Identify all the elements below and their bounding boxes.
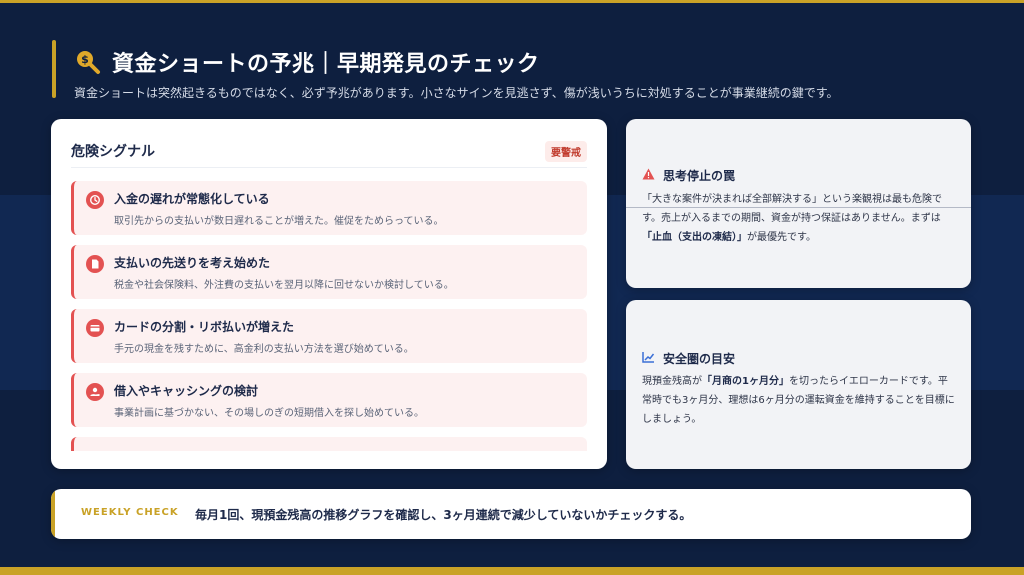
signal-description: 取引先からの支払いが数日遅れることが増えた。催促をためらっている。 — [114, 216, 444, 227]
document-icon — [86, 255, 104, 273]
trap-body-emphasis: 「止血（支出の凍結）」 — [642, 232, 747, 243]
signal-item: 借入やキャッシングの検討 事業計画に基づかない、その場しのぎの短期借入を探し始め… — [71, 373, 587, 427]
weekly-check-text: 毎月1回、現預金残高の推移グラフを確認し、3ヶ月連続で減少していないかチェックす… — [195, 508, 692, 522]
signal-description: 事業計画に基づかない、その場しのぎの短期借入を探し始めている。 — [114, 408, 424, 419]
page-title: 資金ショートの予兆｜早期発見のチェック — [112, 52, 540, 77]
svg-text:$: $ — [81, 53, 89, 66]
safe-body: 現預金残高が「月商の1ヶ月分」を切ったらイエローカードです。平常時でも3ヶ月分、… — [642, 372, 957, 429]
page-subtitle: 資金ショートは突然起きるものではなく、必ず予兆があります。小さなサインを見逃さず… — [74, 86, 839, 100]
header-accent-bar — [52, 40, 56, 98]
signal-item: 入金の遅れが常態化している 取引先からの支払いが数日遅れることが増えた。催促をた… — [71, 181, 587, 235]
signal-description: 手元の現金を残すために、高金利の支払い方法を選び始めている。 — [114, 344, 414, 355]
clock-history-icon — [86, 191, 104, 209]
weekly-accent-bar — [51, 489, 55, 539]
signal-title: 支払いの先送りを考え始めた — [114, 256, 271, 270]
hand-money-icon — [86, 383, 104, 401]
trap-body-text: 「大きな案件が決まれば全部解決する」という楽観視は最も危険です。売上が入るまでの… — [642, 194, 942, 224]
warning-badge: 要警戒 — [545, 141, 587, 162]
top-accent-line — [0, 0, 1024, 3]
thinking-trap-card: 思考停止の罠 「大きな案件が決まれば全部解決する」という楽観視は最も危険です。売… — [626, 119, 971, 288]
warning-triangle-icon — [642, 168, 655, 183]
signal-list[interactable]: 入金の遅れが常態化している 取引先からの支払いが数日遅れることが増えた。催促をた… — [71, 181, 587, 451]
page-header: $ 資金ショートの予兆｜早期発見のチェック 資金ショートは突然起きるものではなく… — [52, 40, 982, 102]
trap-title: 思考停止の罠 — [663, 169, 736, 183]
search-dollar-icon: $ — [74, 48, 102, 76]
weekly-check-banner: WEEKLY CHECK 毎月1回、現預金残高の推移グラフを確認し、3ヶ月連続で… — [51, 489, 971, 539]
signal-title: カードの分割・リボ払いが増えた — [114, 320, 295, 334]
danger-signals-card: 危険シグナル 要警戒 入金の遅れが常態化している 取引先からの支払いが数日遅れる… — [51, 119, 607, 469]
signal-description: 税金や社会保険料、外注費の支払いを翌月以降に回せないか検討している。 — [114, 280, 454, 291]
signal-item: カードの分割・リボ払いが増えた 手元の現金を残すために、高金利の支払い方法を選び… — [71, 309, 587, 363]
credit-card-icon — [86, 319, 104, 337]
signal-item-partial — [71, 437, 587, 451]
signals-title: 危険シグナル — [71, 144, 155, 160]
safe-zone-card: 安全圏の目安 現預金残高が「月商の1ヶ月分」を切ったらイエローカードです。平常時… — [626, 300, 971, 469]
safe-title-row: 安全圏の目安 — [642, 350, 735, 367]
bottom-accent-line — [0, 567, 1024, 575]
signal-title: 借入やキャッシングの検討 — [114, 384, 259, 398]
safe-body-text: 現預金残高が — [642, 376, 702, 387]
signals-header: 危険シグナル 要警戒 — [71, 141, 587, 168]
trap-body: 「大きな案件が決まれば全部解決する」という楽観視は最も危険です。売上が入るまでの… — [642, 190, 957, 247]
signal-item: 支払いの先送りを考え始めた 税金や社会保険料、外注費の支払いを翌月以降に回せない… — [71, 245, 587, 299]
weekly-check-label: WEEKLY CHECK — [81, 507, 179, 518]
safe-title: 安全圏の目安 — [663, 352, 736, 366]
title-row: $ 資金ショートの予兆｜早期発見のチェック — [74, 46, 540, 78]
trap-body-text-end: が最優先です。 — [747, 232, 816, 243]
trap-title-row: 思考停止の罠 — [642, 167, 735, 184]
line-chart-icon — [642, 351, 655, 366]
signal-title: 入金の遅れが常態化している — [114, 192, 270, 206]
safe-body-emphasis: 「月商の1ヶ月分」 — [702, 376, 789, 387]
